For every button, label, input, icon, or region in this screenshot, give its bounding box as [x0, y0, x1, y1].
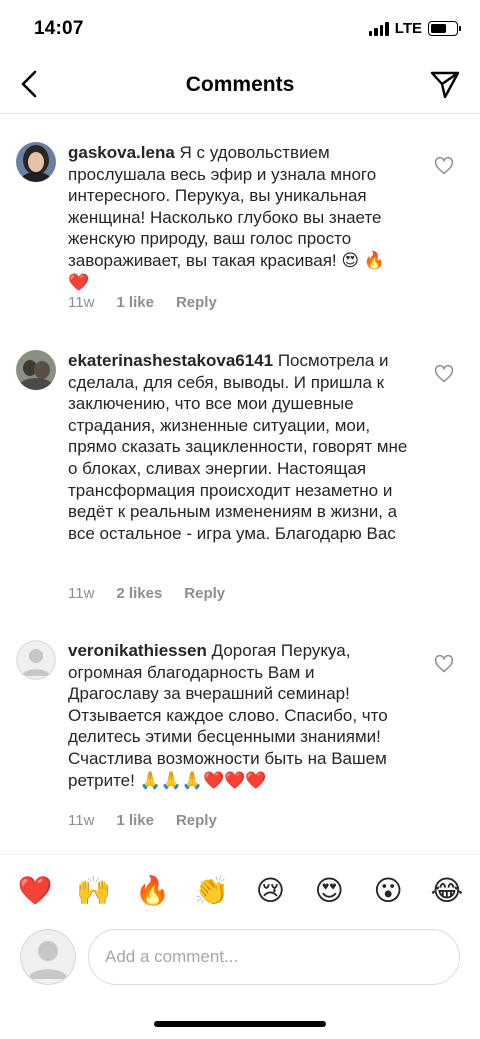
- share-button[interactable]: [428, 68, 462, 102]
- like-heart-icon[interactable]: [434, 156, 454, 176]
- avatar[interactable]: [16, 350, 56, 390]
- reaction-heart-eyes[interactable]: 😍: [312, 874, 346, 908]
- status-bar: 14:07 LTE: [0, 0, 480, 58]
- reaction-laughing[interactable]: 😂: [430, 874, 464, 908]
- home-indicator[interactable]: [154, 1021, 326, 1027]
- network-type: LTE: [394, 20, 422, 37]
- comment-content: Дорогая Перукуа, огромная благодарность …: [68, 641, 388, 790]
- comment-meta: 11w 1 like Reply: [68, 812, 217, 829]
- comment-content: Посмотрела и сделала, для себя, выводы. …: [68, 351, 408, 543]
- reaction-surprised[interactable]: 😮: [371, 874, 405, 908]
- page-title: Comments: [185, 73, 295, 96]
- header: Comments: [0, 58, 480, 114]
- avatar: [20, 929, 76, 985]
- reaction-crying[interactable]: 😢: [253, 874, 287, 908]
- comment-composer: [0, 926, 480, 990]
- paper-plane-icon: [430, 71, 460, 99]
- avatar[interactable]: [16, 142, 56, 182]
- like-heart-icon[interactable]: [434, 364, 454, 384]
- comment-username[interactable]: gaskova.lena: [68, 143, 175, 162]
- comment-username[interactable]: ekaterinashestakova6141: [68, 351, 273, 370]
- reaction-raised-hands[interactable]: 🙌: [76, 874, 111, 908]
- comment-input[interactable]: [88, 929, 460, 985]
- comment-likes[interactable]: 2 likes: [116, 585, 162, 602]
- reply-button[interactable]: Reply: [176, 812, 217, 829]
- comment-time: 11w: [68, 812, 95, 829]
- comment-username[interactable]: veronikathiessen: [68, 641, 207, 660]
- avatar[interactable]: [16, 640, 56, 680]
- quick-reactions-bar: ❤️ 🙌 🔥 👏 😢 😍 😮 😂: [0, 854, 480, 926]
- reaction-clap[interactable]: 👏: [194, 874, 229, 908]
- comment-likes[interactable]: 1 like: [116, 812, 154, 829]
- comments-list[interactable]: gaskova.lena Я с удовольствием прослушал…: [0, 114, 480, 854]
- cellular-signal-icon: [368, 21, 389, 36]
- comment-likes[interactable]: 1 like: [116, 294, 154, 311]
- comment-time: 11w: [68, 585, 95, 602]
- comment-meta: 11w 2 likes Reply: [68, 585, 225, 602]
- comment-text: ekaterinashestakova6141 Посмотрела и сде…: [68, 350, 408, 544]
- status-indicators: LTE: [368, 20, 461, 37]
- battery-icon: [428, 21, 461, 36]
- reply-button[interactable]: Reply: [184, 585, 225, 602]
- comment-time: 11w: [68, 294, 95, 311]
- like-heart-icon[interactable]: [434, 654, 454, 674]
- comment-content: Я с удовольствием прослушала весь эфир и…: [68, 143, 385, 292]
- reply-button[interactable]: Reply: [176, 294, 217, 311]
- status-time: 14:07: [34, 18, 84, 39]
- comment-text: gaskova.lena Я с удовольствием прослушал…: [68, 142, 408, 293]
- reaction-heart[interactable]: ❤️: [18, 874, 53, 908]
- comment-meta: 11w 1 like Reply: [68, 294, 217, 311]
- reaction-fire[interactable]: 🔥: [135, 874, 170, 908]
- comment-text: veronikathiessen Дорогая Перукуа, огромн…: [68, 640, 408, 791]
